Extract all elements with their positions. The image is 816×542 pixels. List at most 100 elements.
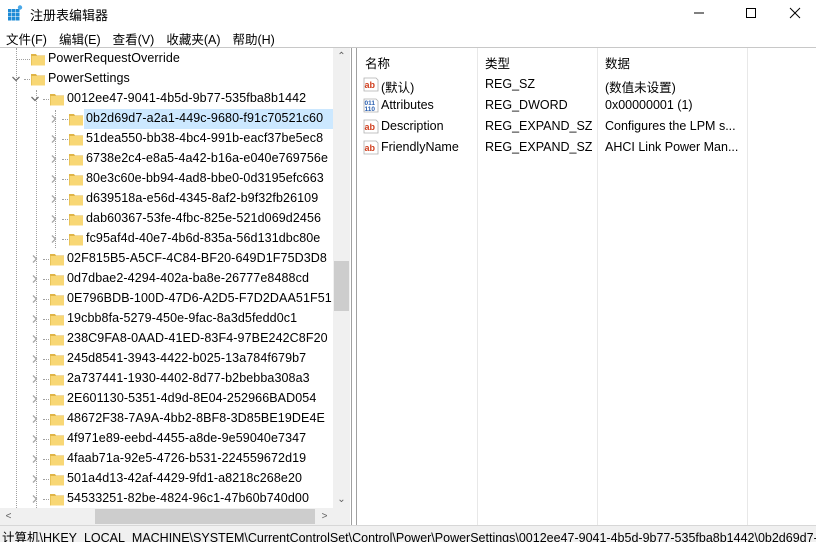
value-data: (数值未设置)	[605, 81, 676, 95]
chevron-down-icon[interactable]	[11, 72, 23, 86]
value-type: REG_DWORD	[485, 98, 568, 112]
menu-view[interactable]: 查看(V)	[107, 27, 161, 47]
tree-item-label: PowerRequestOverride	[48, 51, 180, 65]
menu-file[interactable]: 文件(F)	[0, 27, 53, 47]
tree-item-label: 02F815B5-A5CF-4C84-BF20-649D1F75D3D8	[67, 251, 327, 265]
chevron-right-icon[interactable]	[30, 252, 42, 266]
tree-item[interactable]: 0d7dbae2-4294-402a-ba8e-26777e8488cd	[0, 269, 333, 289]
tree-item-label: PowerSettings	[48, 71, 130, 85]
value-row[interactable]: ab FriendlyName REG_EXPAND_SZ AHCI Link Pow…	[357, 137, 816, 158]
chevron-right-icon[interactable]	[30, 452, 42, 466]
string-value-icon: ab	[363, 119, 379, 134]
minimize-icon	[694, 12, 704, 14]
chevron-right-icon[interactable]	[30, 272, 42, 286]
tree-item[interactable]: 6738e2c4-e8a5-4a42-b16a-e040e769756e	[0, 149, 333, 169]
tree-item[interactable]: PowerSettings	[0, 69, 333, 89]
tree-item-label: 19cbb8fa-5279-450e-9fac-8a3d5fedd0c1	[67, 311, 298, 325]
chevron-right-icon[interactable]	[30, 312, 42, 326]
tree-item[interactable]: fc95af4d-40e7-4b6d-835a-56d131dbc80e	[0, 229, 333, 249]
value-name: (默认)	[381, 81, 415, 95]
scroll-up-icon[interactable]: ⌃	[333, 48, 350, 65]
chevron-right-icon[interactable]	[30, 292, 42, 306]
chevron-down-icon[interactable]	[30, 92, 42, 106]
title-bar: 注册表编辑器	[0, 0, 816, 26]
scroll-right-icon[interactable]: >	[316, 508, 333, 525]
tree-item-label: 4faab71a-92e5-4726-b531-224559672d19	[67, 451, 307, 465]
tree-item-label: 6738e2c4-e8a5-4a42-b16a-e040e769756e	[86, 151, 329, 165]
tree-item[interactable]: 54533251-82be-4824-96c1-47b60b740d00	[0, 489, 333, 509]
values-pane: 名称 类型 数据 ab (默认) REG_SZ (数值未设置) 011 110 Attrib…	[356, 48, 816, 525]
scroll-down-icon[interactable]: ⌄	[333, 491, 350, 508]
scrollbar-corner	[333, 508, 350, 525]
maximize-icon	[746, 8, 756, 18]
tree-item-label: 0d7dbae2-4294-402a-ba8e-26777e8488cd	[67, 271, 310, 285]
tree-item[interactable]: 0E796BDB-100D-47D6-A2D5-F7D2DAA51F51	[0, 289, 333, 309]
chevron-right-icon[interactable]	[30, 332, 42, 346]
tree-item[interactable]: 80e3c60e-bb94-4ad8-bbe0-0d3195efc663	[0, 169, 333, 189]
chevron-right-icon[interactable]	[30, 412, 42, 426]
maximize-button[interactable]	[728, 0, 774, 26]
tree-item[interactable]: 4f971e89-eebd-4455-a8de-9e59040e7347	[0, 429, 333, 449]
minimize-button[interactable]	[676, 0, 722, 26]
chevron-right-icon[interactable]	[30, 472, 42, 486]
tree-item[interactable]: 0b2d69d7-a2a1-449c-9680-f91c70521c60	[0, 109, 333, 129]
horizontal-scroll-thumb[interactable]	[95, 509, 315, 524]
tree-item-label: 54533251-82be-4824-96c1-47b60b740d00	[67, 491, 310, 505]
tree-item-label: fc95af4d-40e7-4b6d-835a-56d131dbc80e	[86, 231, 321, 245]
tree-item-label: 4f971e89-eebd-4455-a8de-9e59040e7347	[67, 431, 307, 445]
chevron-right-icon[interactable]	[49, 132, 61, 146]
folder-icon	[30, 51, 46, 67]
vertical-scroll-thumb[interactable]	[334, 261, 349, 311]
chevron-right-icon[interactable]	[30, 432, 42, 446]
tree-item[interactable]: 2a737441-1930-4402-8d77-b2bebba308a3	[0, 369, 333, 389]
chevron-right-icon[interactable]	[30, 492, 42, 506]
chevron-right-icon[interactable]	[30, 352, 42, 366]
folder-icon	[49, 311, 65, 327]
tree-item[interactable]: 48672F38-7A9A-4bb2-8BF8-3D85BE19DE4E	[0, 409, 333, 429]
chevron-right-icon[interactable]	[49, 192, 61, 206]
folder-icon	[49, 371, 65, 387]
tree-item[interactable]: 2E601130-5351-4d9d-8E04-252966BAD054	[0, 389, 333, 409]
menu-help[interactable]: 帮助(H)	[226, 27, 280, 47]
folder-icon	[68, 211, 84, 227]
folder-icon	[68, 131, 84, 147]
string-value-icon: ab	[363, 77, 379, 92]
folder-icon	[49, 91, 65, 107]
tree-item[interactable]: d639518a-e56d-4345-8af2-b9f32fb26109	[0, 189, 333, 209]
tree-item[interactable]: 0012ee47-9041-4b5d-9b77-535fba8b1442	[0, 89, 333, 109]
tree-item-label: 0b2d69d7-a2a1-449c-9680-f91c70521c60	[86, 111, 324, 125]
tree-item[interactable]: 245d8541-3943-4422-b025-13a784f679b7	[0, 349, 333, 369]
column-header-data[interactable]: 数据	[605, 53, 630, 72]
tree-item[interactable]: PowerRequestOverride	[0, 49, 333, 69]
value-data: AHCI Link Power Man...	[605, 140, 739, 154]
tree-item-label: 80e3c60e-bb94-4ad8-bbe0-0d3195efc663	[86, 171, 324, 185]
chevron-right-icon[interactable]	[49, 212, 61, 226]
tree-item[interactable]: 19cbb8fa-5279-450e-9fac-8a3d5fedd0c1	[0, 309, 333, 329]
chevron-right-icon[interactable]	[49, 232, 61, 246]
registry-editor-app-icon	[8, 5, 23, 21]
menu-favorites[interactable]: 收藏夹(A)	[160, 27, 226, 47]
value-row[interactable]: ab (默认) REG_SZ (数值未设置)	[357, 74, 816, 95]
tree-horizontal-scrollbar[interactable]: < >	[0, 508, 350, 525]
tree-vertical-scrollbar[interactable]: ⌃ ⌄	[333, 48, 350, 508]
menu-edit[interactable]: 编辑(E)	[53, 27, 107, 47]
tree-item[interactable]: 501a4d13-42af-4429-9fd1-a8218c268e20	[0, 469, 333, 489]
column-header-name[interactable]: 名称	[365, 53, 390, 72]
tree-item[interactable]: 4faab71a-92e5-4726-b531-224559672d19	[0, 449, 333, 469]
value-row[interactable]: ab Description REG_EXPAND_SZ Configures the…	[357, 116, 816, 137]
chevron-right-icon[interactable]	[49, 172, 61, 186]
chevron-right-icon[interactable]	[30, 372, 42, 386]
close-button[interactable]	[772, 0, 816, 26]
tree-item[interactable]: 51dea550-bb38-4bc4-991b-eacf37be5ec8	[0, 129, 333, 149]
tree-item[interactable]: 238C9FA8-0AAD-41ED-83F4-97BE242C8F20	[0, 329, 333, 349]
tree-connector	[16, 59, 30, 60]
tree-item[interactable]: 02F815B5-A5CF-4C84-BF20-649D1F75D3D8	[0, 249, 333, 269]
chevron-right-icon[interactable]	[49, 152, 61, 166]
chevron-right-icon[interactable]	[49, 112, 61, 126]
folder-icon	[68, 171, 84, 187]
column-header-type[interactable]: 类型	[485, 53, 510, 72]
value-row[interactable]: 011 110 Attributes REG_DWORD 0x00000001 (1)	[357, 95, 816, 116]
scroll-left-icon[interactable]: <	[0, 508, 17, 525]
chevron-right-icon[interactable]	[30, 392, 42, 406]
tree-item[interactable]: dab60367-53fe-4fbc-825e-521d069d2456	[0, 209, 333, 229]
